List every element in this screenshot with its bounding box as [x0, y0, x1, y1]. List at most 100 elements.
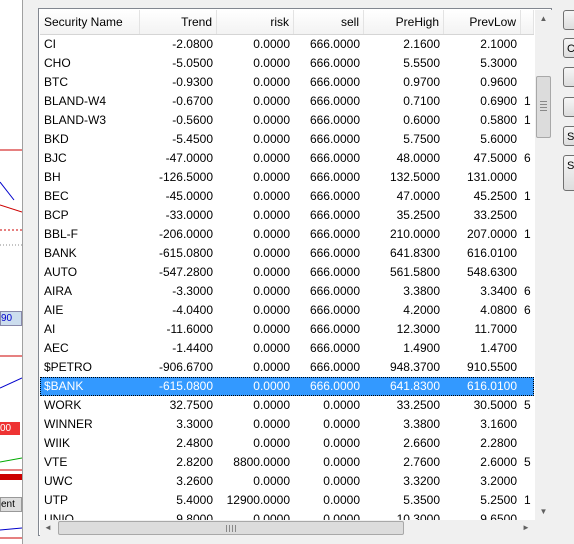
table-row[interactable]: BLAND-W4 -0.6700 0.0000 666.0000 0.7100 0.690… [40, 92, 534, 111]
scroll-up-icon[interactable]: ▲ [535, 10, 552, 27]
table-row[interactable]: WORK 32.7500 0.0000 0.0000 33.2500 30.5000 5 [40, 396, 534, 415]
scroll-down-icon[interactable]: ▼ [535, 503, 552, 520]
grip-icon [226, 525, 236, 532]
scroll-left-icon[interactable]: ◄ [40, 520, 56, 536]
table-cell: 666.0000 [309, 379, 360, 393]
vertical-scrollbar[interactable]: ▲ ▼ [535, 10, 552, 520]
table-row[interactable]: AUTO -547.2800 0.0000 666.0000 561.5800 548.6… [40, 263, 534, 282]
scroll-right-icon[interactable]: ► [518, 520, 534, 536]
table-cell: BEC [44, 189, 69, 203]
col-header-extra[interactable] [521, 10, 534, 34]
table-cell: AEC [44, 341, 69, 355]
table-row[interactable]: BCP -33.0000 0.0000 666.0000 35.2500 33.2500 [40, 206, 534, 225]
table-row[interactable]: BTC -0.9300 0.0000 666.0000 0.9700 0.9600 [40, 73, 534, 92]
col-header-risk[interactable]: risk [217, 10, 294, 34]
table-cell: WIIK [44, 436, 70, 450]
table-cell: 3.3200 [403, 474, 440, 488]
table-row[interactable]: BH -126.5000 0.0000 666.0000 132.5000 131.000… [40, 168, 534, 187]
table-row[interactable]: BLAND-W3 -0.5600 0.0000 666.0000 0.6000 0.580… [40, 111, 534, 130]
table-cell: -0.5600 [172, 113, 213, 127]
table-cell: -45.0000 [165, 189, 213, 203]
table-cell: 2.1600 [403, 37, 440, 51]
col-header-prevlow[interactable]: PrevLow [444, 10, 521, 34]
table-cell: 207.0000 [466, 227, 517, 241]
table-row[interactable]: BJC -47.0000 0.0000 666.0000 48.0000 47.5000 6 [40, 149, 534, 168]
table-cell: WINNER [44, 417, 93, 431]
table-cell: 0.0000 [253, 417, 290, 431]
table-row[interactable]: BBL-F -206.0000 0.0000 666.0000 210.0000 207.… [40, 225, 534, 244]
table-row[interactable]: AIE -4.0400 0.0000 666.0000 4.2000 4.0800 6 [40, 301, 534, 320]
table-row[interactable]: BKD -5.4500 0.0000 666.0000 5.7500 5.6000 [40, 130, 534, 149]
table-row[interactable]: AI -11.6000 0.0000 666.0000 12.3000 11.7000 [40, 320, 534, 339]
table-row[interactable]: WINNER 3.3000 0.0000 0.0000 3.3800 3.1600 [40, 415, 534, 434]
table-cell: 910.5500 [466, 360, 517, 374]
table-row[interactable]: BANK -615.0800 0.0000 666.0000 641.8300 616.0… [40, 244, 534, 263]
table-cell: 2.6600 [403, 436, 440, 450]
vertical-scroll-thumb[interactable] [536, 76, 551, 138]
chart-lines [0, 149, 22, 539]
table-cell: 666.0000 [309, 227, 360, 241]
table-row[interactable]: AEC -1.4400 0.0000 666.0000 1.4900 1.4700 [40, 339, 534, 358]
table-cell: CI [44, 37, 56, 51]
table-row[interactable]: UWC 3.2600 0.0000 0.0000 3.3200 3.2000 [40, 472, 534, 491]
table-row[interactable]: $PETRO -906.6700 0.0000 666.0000 948.3700 910… [40, 358, 534, 377]
table-row[interactable]: $BANK -615.0800 0.0000 666.0000 641.8300 616.… [40, 377, 534, 396]
side-button-4[interactable] [563, 97, 574, 117]
col-header-sell[interactable]: sell [294, 10, 364, 34]
table-row[interactable]: AIRA -3.3000 0.0000 666.0000 3.3800 3.3400 6 [40, 282, 534, 301]
tab-label-partial[interactable]: ent [0, 497, 22, 512]
table-cell: 2.2800 [480, 436, 517, 450]
table-cell: 666.0000 [309, 360, 360, 374]
table-row[interactable]: UNIQ 9.8000 0.0000 0.0000 10.3000 9.6500 [40, 510, 534, 520]
side-button-3[interactable] [563, 67, 574, 87]
table-cell: 2.8200 [176, 455, 213, 469]
table-cell: 666.0000 [309, 151, 360, 165]
side-button-5[interactable]: S [563, 126, 574, 146]
table-cell [521, 339, 534, 358]
table-cell: CHO [44, 56, 71, 70]
col-header-trend[interactable]: Trend [140, 10, 217, 34]
table-row[interactable]: VTE 2.8200 8800.0000 0.0000 2.7600 2.6000 5 [40, 453, 534, 472]
table-cell: 33.2500 [396, 398, 440, 412]
table-cell: BANK [44, 246, 77, 260]
table-cell [521, 320, 534, 339]
table-cell [521, 377, 534, 396]
table-cell [521, 415, 534, 434]
side-button-1[interactable] [563, 10, 574, 30]
table-cell: 35.2500 [396, 208, 440, 222]
horizontal-scroll-thumb[interactable] [58, 521, 404, 535]
table-cell: 0.0000 [253, 132, 290, 146]
table-cell: 666.0000 [309, 170, 360, 184]
table-cell: 30.5000 [473, 398, 517, 412]
table-cell: 8800.0000 [233, 455, 290, 469]
table-row[interactable]: CHO -5.0500 0.0000 666.0000 5.5500 5.3000 [40, 54, 534, 73]
table-cell: -615.0800 [158, 379, 213, 393]
table-cell [521, 73, 534, 92]
col-header-prehigh[interactable]: PreHigh [364, 10, 444, 34]
table-cell: 666.0000 [309, 189, 360, 203]
table-cell: 0.0000 [323, 436, 360, 450]
col-header-security-name[interactable]: Security Name [40, 10, 140, 34]
side-button-6[interactable]: S [563, 155, 574, 191]
table-cell: 0.7100 [403, 94, 440, 108]
security-list-view[interactable]: Security Name Trend risk sell PreHigh PrevLow… [38, 8, 552, 536]
table-cell: WORK [44, 398, 82, 412]
table-cell: 1 [524, 113, 531, 127]
table-cell: 0.5800 [480, 113, 517, 127]
table-row[interactable]: WIIK 2.4800 0.0000 0.0000 2.6600 2.2800 [40, 434, 534, 453]
table-cell: AI [44, 322, 56, 336]
table-row[interactable]: BEC -45.0000 0.0000 666.0000 47.0000 45.2500 1 [40, 187, 534, 206]
table-cell: 32.7500 [169, 398, 213, 412]
table-body: CI -2.0800 0.0000 666.0000 2.1600 2.1000 CHO -5… [40, 35, 534, 520]
table-cell: 12.3000 [396, 322, 440, 336]
horizontal-scrollbar[interactable]: ◄ ► [40, 520, 535, 536]
table-cell: 0.0000 [253, 398, 290, 412]
table-cell: 0.0000 [253, 265, 290, 279]
side-button-2[interactable]: C [563, 38, 574, 58]
table-cell: 561.5800 [389, 265, 440, 279]
table-row[interactable]: CI -2.0800 0.0000 666.0000 2.1600 2.1000 [40, 35, 534, 54]
table-row[interactable]: UTP 5.4000 12900.0000 0.0000 5.3500 5.2500 1 [40, 491, 534, 510]
table-cell [521, 434, 534, 453]
table-cell: 5.7500 [403, 132, 440, 146]
table-cell: 11.7000 [474, 322, 518, 336]
